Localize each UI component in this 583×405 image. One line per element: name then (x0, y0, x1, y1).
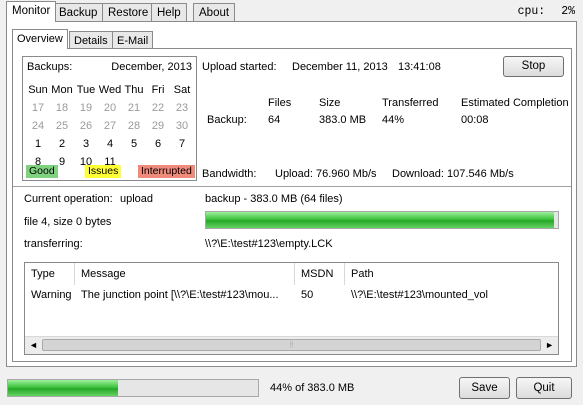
legend-issues: Issues (85, 165, 122, 178)
overall-progress-fill (8, 380, 118, 396)
calendar-day[interactable]: 20 (98, 99, 122, 117)
col-path[interactable]: Path (345, 263, 558, 285)
calendar-day[interactable]: 21 (122, 99, 146, 117)
weekday-sat: Sat (173, 84, 191, 96)
calendar-day[interactable]: 3 (74, 135, 98, 153)
tab-monitor[interactable]: Monitor (6, 1, 57, 22)
backup-files: 64 (268, 114, 281, 126)
tab-overview[interactable]: Overview (12, 29, 68, 49)
calendar-day[interactable]: 27 (98, 117, 122, 135)
save-button[interactable]: Save (459, 377, 510, 399)
operation-label: Current operation: (24, 193, 113, 205)
col-type[interactable]: Type (25, 263, 75, 285)
col-files: Files (268, 97, 292, 109)
calendar-day[interactable]: 26 (74, 117, 98, 135)
col-message[interactable]: Message (75, 263, 295, 285)
weekday-wed: Wed (98, 84, 122, 96)
tab-help[interactable]: Help (151, 3, 187, 22)
col-size: Size (319, 97, 341, 109)
backup-eta: 00:08 (461, 114, 489, 126)
cpu-indicator: cpu: 2% (518, 5, 575, 18)
legend-interrupted: Interrupted (138, 165, 195, 178)
bandwidth-download: Download: 107.546 Mb/s (392, 168, 514, 180)
cpu-label: cpu: (517, 5, 546, 18)
col-eta: Estimated Completion (461, 97, 569, 109)
calendar-day[interactable]: 18 (50, 99, 74, 117)
calendar-day[interactable]: 17 (26, 99, 50, 117)
calendar-label: Backups: (27, 61, 73, 73)
quit-button[interactable]: Quit (516, 377, 572, 399)
transferring-label: transferring: (24, 238, 83, 250)
bandwidth-label: Bandwidth: (202, 168, 257, 180)
operation-detail: backup - 383.0 MB (64 files) (205, 193, 343, 205)
weekday-sun: Sun (28, 84, 48, 96)
backup-size: 383.0 MB (319, 114, 367, 126)
calendar-week: 24 25 26 27 28 29 30 (26, 117, 194, 135)
calendar-day[interactable]: 1 (26, 135, 50, 153)
calendar-day[interactable]: 30 (170, 117, 194, 135)
transferring-path: \\?\E:\test#123\empty.LCK (205, 238, 333, 250)
calendar-day[interactable]: 19 (74, 99, 98, 117)
tab-details[interactable]: Details (69, 31, 113, 49)
backup-row-label: Backup: (207, 114, 247, 126)
overall-progress-text: 44% of 383.0 MB (270, 382, 355, 394)
calendar-weekdays: Sun Mon Tue Wed Thu Fri Sat (26, 81, 194, 99)
calendar-week: 1 2 3 4 5 6 7 (26, 135, 194, 153)
calendar-day[interactable]: 5 (122, 135, 146, 153)
calendar-day[interactable]: 25 (50, 117, 74, 135)
calendar-day[interactable]: 23 (170, 99, 194, 117)
tab-email[interactable]: E-Mail (112, 31, 154, 49)
overall-progress-bar (7, 379, 259, 397)
tab-restore[interactable]: Restore (102, 3, 155, 22)
scrollbar-thumb[interactable]: ⦙⦙ (42, 339, 541, 351)
calendar-day[interactable]: 24 (26, 117, 50, 135)
row-type: Warning (31, 289, 72, 301)
calendar-day[interactable]: 4 (98, 135, 122, 153)
weekday-mon: Mon (51, 84, 73, 96)
calendar-month: December, 2013 (111, 61, 192, 73)
calendar-day[interactable]: 29 (146, 117, 170, 135)
tab-backup[interactable]: Backup (53, 3, 104, 22)
section-divider (13, 186, 571, 187)
operation-value: upload (120, 193, 154, 205)
weekday-thu: Thu (124, 84, 144, 96)
row-message: The junction point [\\?\E:\test#123\mou.… (81, 289, 279, 301)
bandwidth-upload: Upload: 76.960 Mb/s (275, 168, 377, 180)
weekday-fri: Fri (151, 84, 165, 96)
weekday-tue: Tue (76, 84, 96, 96)
calendar-day[interactable]: 6 (146, 135, 170, 153)
operation-progress-fill (206, 212, 555, 228)
stop-button[interactable]: Stop (503, 56, 564, 77)
overview-panel: Backups: December, 2013 Sun Mon Tue Wed … (12, 48, 572, 362)
grip-icon: ⦙⦙ (289, 340, 294, 349)
row-path: \\?\E:\test#123\mounted_vol (351, 289, 488, 301)
operation-progress-bar (205, 211, 559, 229)
calendar-grid: Sun Mon Tue Wed Thu Fri Sat 17 18 19 20 … (26, 81, 194, 171)
cpu-value: 2% (561, 5, 575, 18)
tab-about[interactable]: About (193, 3, 236, 22)
calendar-week: 17 18 19 20 21 22 23 (26, 99, 194, 117)
backup-calendar: Backups: December, 2013 Sun Mon Tue Wed … (22, 56, 197, 181)
upload-date: December 11, 2013 (292, 61, 388, 73)
messages-table: Type Message MSDN Path Warning The junct… (24, 262, 559, 355)
calendar-day[interactable]: 7 (170, 135, 194, 153)
calendar-day[interactable]: 2 (50, 135, 74, 153)
legend-good: Good (26, 165, 58, 178)
file-info: file 4, size 0 bytes (24, 216, 112, 228)
row-msdn: 50 (301, 289, 314, 301)
col-transferred: Transferred (382, 97, 439, 109)
calendar-day[interactable]: 28 (122, 117, 146, 135)
upload-time: 13:41:08 (398, 61, 441, 73)
upload-started-label: Upload started: (202, 61, 277, 73)
scroll-left-icon[interactable]: ◄ (29, 340, 38, 350)
table-horizontal-scrollbar[interactable]: ◄ ⦙⦙ ► (25, 336, 558, 354)
calendar-day[interactable]: 22 (146, 99, 170, 117)
backup-transferred: 44% (382, 114, 405, 126)
col-msdn[interactable]: MSDN (295, 263, 345, 285)
scroll-right-icon[interactable]: ► (545, 340, 554, 350)
